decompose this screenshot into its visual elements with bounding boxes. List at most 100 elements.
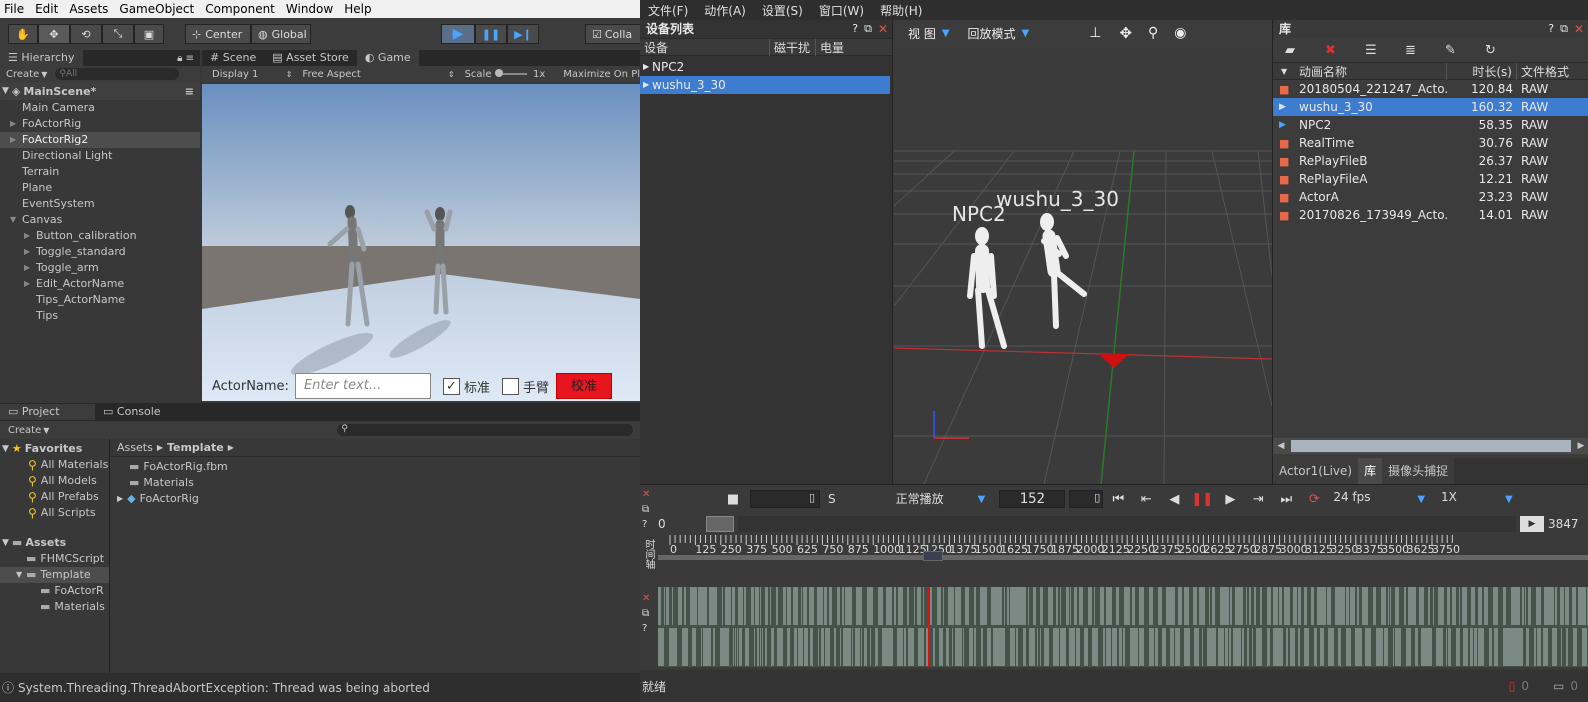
play-icon[interactable]: ▶ xyxy=(1221,490,1239,508)
view-menu[interactable]: 视 图 xyxy=(908,25,936,42)
pivot-icon[interactable]: ⊥ xyxy=(1089,25,1101,41)
delete-icon[interactable]: ✖ xyxy=(1325,43,1365,58)
menu-action-cn[interactable]: 动作(A) xyxy=(704,2,746,19)
hierarchy-item[interactable]: ▶ Button_calibration xyxy=(0,228,200,244)
playhead[interactable] xyxy=(923,551,943,561)
detail-list-icon[interactable]: ≣ xyxy=(1405,43,1445,58)
maximize-toggle[interactable]: Maximize On Pl xyxy=(563,69,640,80)
project-search-input[interactable]: ⚲ xyxy=(337,424,634,436)
hierarchy-create-button[interactable]: Create xyxy=(6,69,39,80)
scene-row[interactable]: ▼ ◈ MainScene* ≡ xyxy=(0,82,200,100)
help-icon[interactable]: ? xyxy=(852,20,858,38)
keyframe-tracks[interactable] xyxy=(658,587,1588,667)
3d-viewport[interactable]: 视 图 ▼ 回放模式 ▼ ⊥ ✥ ⚲ ◉ NPC2 wushu_3_30 xyxy=(894,20,1272,484)
frame-stepper[interactable]: ▯ xyxy=(1069,490,1104,508)
rotate-tool-icon[interactable]: ⟲ xyxy=(70,24,102,44)
loop-icon[interactable]: ⟳ xyxy=(1305,490,1323,508)
standard-checkbox[interactable]: ✓ xyxy=(442,377,460,395)
asset-folder[interactable]: ▬ FHMCScript xyxy=(0,551,109,567)
play-mode-select[interactable]: 正常播放 xyxy=(891,490,978,508)
move-icon[interactable]: ✥ xyxy=(1119,24,1132,42)
play-button[interactable]: ▶ xyxy=(441,24,475,44)
hierarchy-item[interactable]: ▶ Toggle_standard xyxy=(0,244,200,260)
expand-arrow-icon[interactable]: ▶ xyxy=(24,244,36,260)
float-icon[interactable]: ⧉ xyxy=(864,20,872,38)
col-duration[interactable]: 时长(s) xyxy=(1447,62,1517,80)
range-end-handle[interactable]: ▶ xyxy=(1520,516,1544,532)
float-icon[interactable]: ⧉ xyxy=(1560,20,1568,38)
assets-row[interactable]: ▼ ▬ Assets xyxy=(0,535,109,551)
col-battery[interactable]: 电量 xyxy=(816,39,844,56)
time-field[interactable]: ▯ xyxy=(750,490,820,508)
step-back-icon[interactable]: ⇤ xyxy=(1137,490,1155,508)
library-row[interactable]: ■ RealTime 30.76 RAW xyxy=(1273,134,1588,152)
help-icon[interactable]: ? xyxy=(642,517,654,532)
col-anim-name[interactable]: 动画名称 xyxy=(1295,62,1447,80)
tab-camera-capture[interactable]: 摄像头捕捉 xyxy=(1382,458,1455,484)
favorite-item[interactable]: ⚲ All Prefabs xyxy=(0,489,109,505)
expand-arrow-icon[interactable]: ▶ xyxy=(10,132,22,148)
calibrate-button[interactable]: 校准 xyxy=(555,373,612,399)
expand-arrow-icon[interactable]: ▼ xyxy=(16,567,26,583)
scene-menu-icon[interactable]: ≡ xyxy=(185,85,194,98)
scale-tool-icon[interactable]: ⤡ xyxy=(102,24,134,44)
library-row[interactable]: ■ ActorA 23.23 RAW xyxy=(1273,188,1588,206)
device-row[interactable]: ▶ NPC2 xyxy=(640,58,892,76)
rect-tool-icon[interactable]: ▣ xyxy=(134,24,164,44)
hierarchy-item[interactable]: Main Camera xyxy=(0,100,200,116)
camera-icon[interactable]: ■ xyxy=(724,490,742,508)
dropdown-icon[interactable]: ▼ xyxy=(1417,494,1425,505)
dropdown-icon[interactable]: ▼ xyxy=(978,494,986,505)
range-track[interactable] xyxy=(738,516,1516,532)
library-row[interactable]: ▶ NPC2 58.35 RAW xyxy=(1273,116,1588,134)
tab-scene[interactable]: # Scene xyxy=(202,50,264,66)
asset-folder[interactable]: ▬ Materials xyxy=(0,599,109,615)
collab-button[interactable]: ☑ Colla xyxy=(585,24,640,44)
hierarchy-item[interactable]: Directional Light xyxy=(0,148,200,164)
range-start-handle[interactable] xyxy=(706,516,734,532)
close-icon[interactable]: ✕ xyxy=(878,20,888,38)
hand-tool-icon[interactable]: ✋ xyxy=(8,24,38,44)
file-item[interactable]: ▬ Materials xyxy=(111,475,640,491)
dropdown-icon[interactable]: ▼ xyxy=(942,28,950,39)
pause-button[interactable]: ❚❚ xyxy=(475,24,507,44)
float-icon[interactable]: ⧉ xyxy=(642,502,654,517)
hierarchy-item[interactable]: Tips_ActorName xyxy=(0,292,200,308)
pivot-center-button[interactable]: ⊹ Center xyxy=(185,24,251,44)
hierarchy-search-input[interactable]: ⚲ All xyxy=(55,68,180,80)
move-tool-icon[interactable]: ✥ xyxy=(38,24,70,44)
frame-field[interactable]: 152 xyxy=(999,490,1066,508)
expand-arrow-icon[interactable]: ▶ xyxy=(24,228,36,244)
skip-start-icon[interactable]: ⏮ xyxy=(1109,490,1127,508)
tab-project[interactable]: ▭ Project xyxy=(0,404,95,420)
hierarchy-item[interactable]: Plane xyxy=(0,180,200,196)
tab-asset-store[interactable]: ▤ Asset Store xyxy=(264,50,357,66)
tab-library[interactable]: 库 xyxy=(1358,458,1383,484)
aspect-select[interactable]: Free Aspect xyxy=(302,69,447,80)
breadcrumb-assets[interactable]: Assets xyxy=(117,441,153,454)
step-button[interactable]: ▶❙ xyxy=(507,24,539,44)
close-icon[interactable]: ✕ xyxy=(642,487,654,502)
actor-name-input[interactable]: Enter text... xyxy=(294,373,431,399)
expand-arrow-icon[interactable]: ▶ xyxy=(24,260,36,276)
help-icon[interactable]: ? xyxy=(1548,20,1554,38)
dropdown-icon[interactable]: ▼ xyxy=(1505,494,1513,505)
favorites-row[interactable]: ▼ ★ Favorites xyxy=(0,441,109,457)
asset-folder[interactable]: ▼ ▬ Template xyxy=(0,567,109,583)
playback-mode-menu[interactable]: 回放模式 xyxy=(968,25,1016,42)
library-row[interactable]: ■ 20170826_173949_Acto... 14.01 RAW xyxy=(1273,206,1588,224)
fps-select[interactable]: 24 fps xyxy=(1329,490,1418,508)
menu-assets[interactable]: Assets xyxy=(69,2,108,16)
hierarchy-item[interactable]: ▶ Edit_ActorName xyxy=(0,276,200,292)
library-row[interactable]: ■ RePlayFileB 26.37 RAW xyxy=(1273,152,1588,170)
close-icon[interactable]: ✕ xyxy=(1574,20,1584,38)
scroll-right-icon[interactable]: ▶ xyxy=(1573,441,1588,451)
col-format[interactable]: 文件格式 xyxy=(1517,63,1569,80)
library-row[interactable]: ▶ wushu_3_30 160.32 RAW xyxy=(1273,98,1588,116)
tab-hierarchy[interactable]: ☰ Hierarchy xyxy=(0,50,83,66)
library-row[interactable]: ■ RePlayFileA 12.21 RAW xyxy=(1273,170,1588,188)
asset-folder[interactable]: ▬ FoActorR xyxy=(0,583,109,599)
menu-help-cn[interactable]: 帮助(H) xyxy=(880,2,922,19)
arm-checkbox[interactable] xyxy=(501,377,519,395)
menu-help[interactable]: Help xyxy=(344,2,371,16)
